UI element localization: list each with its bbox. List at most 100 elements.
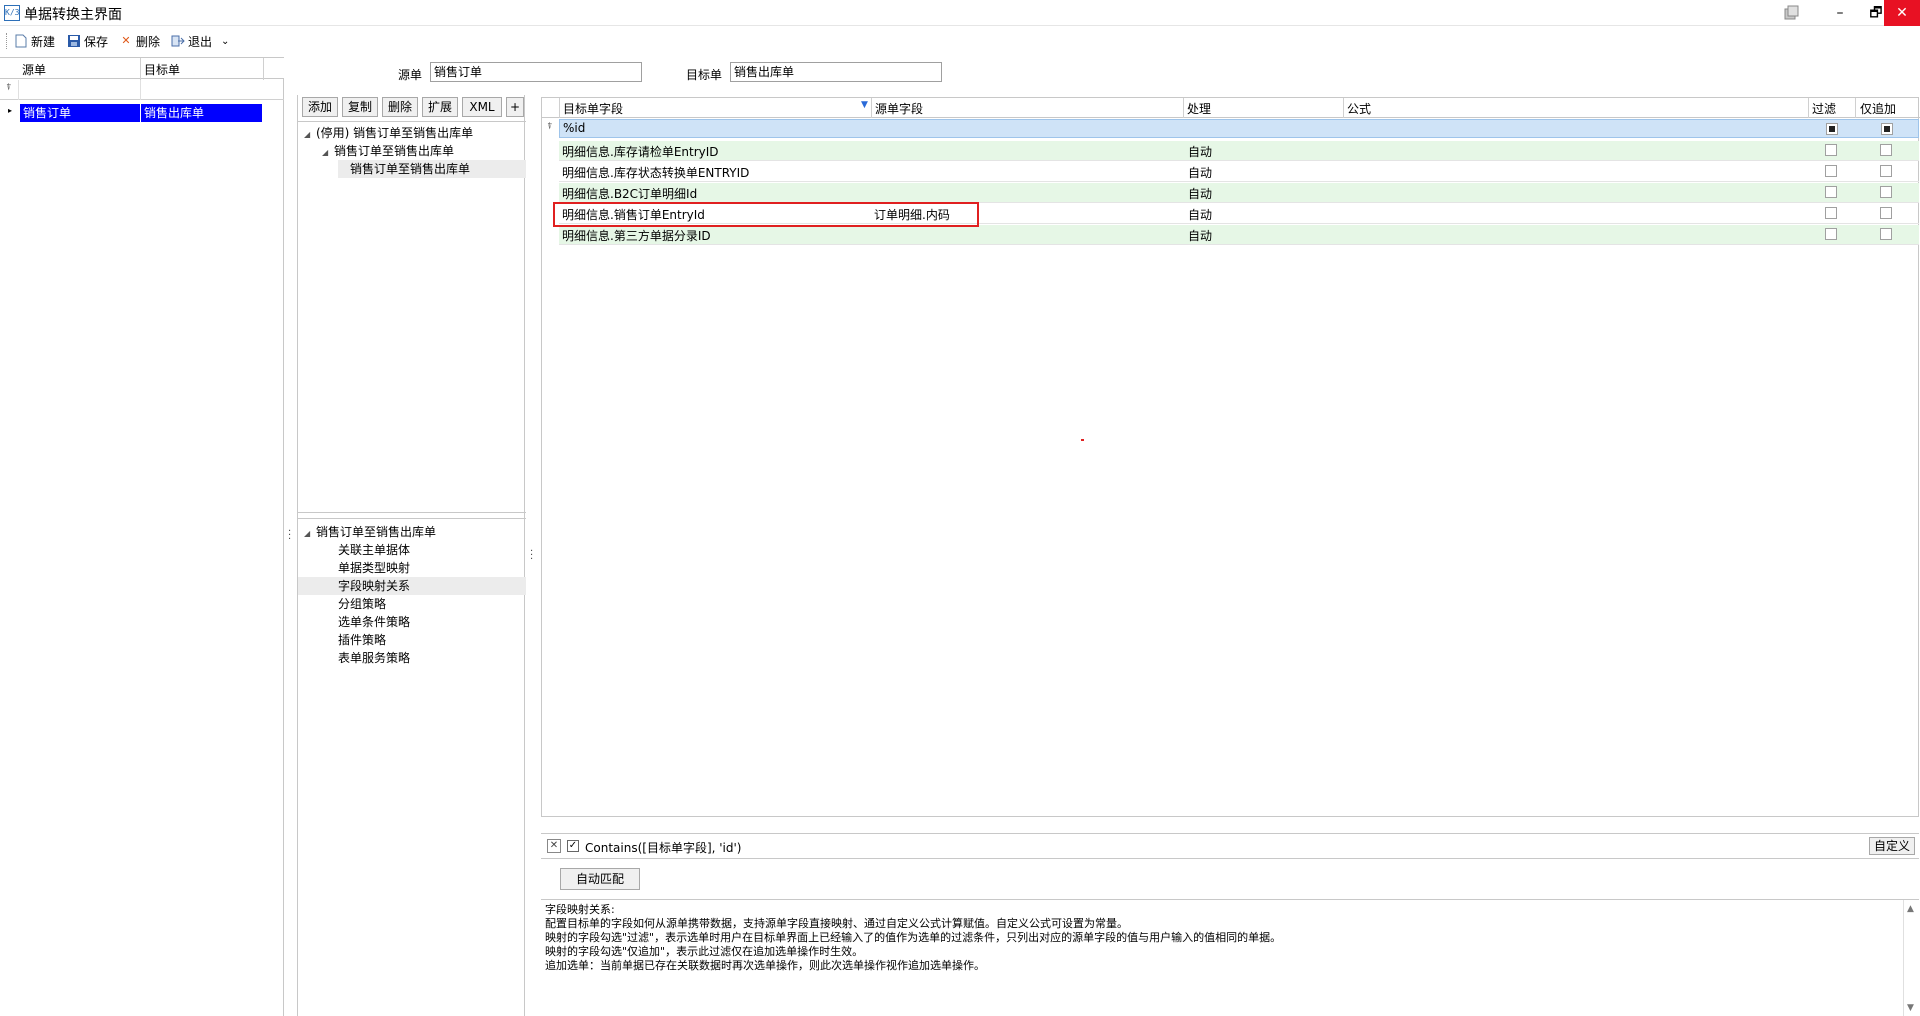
left-grid-header: 源单 目标单 — [0, 57, 284, 80]
strategy-item-form-service[interactable]: 表单服务策略 — [338, 649, 410, 667]
add-button[interactable]: 添加 — [302, 97, 338, 117]
target-field[interactable]: 销售出库单 — [730, 62, 942, 82]
process-cell[interactable]: 自动 — [1188, 164, 1212, 181]
target-field-cell[interactable]: 明细信息.库存状态转换单ENTRYID — [562, 164, 749, 181]
col-process-header[interactable]: 处理 — [1187, 100, 1211, 117]
filter-checkbox[interactable] — [1825, 165, 1837, 177]
description-line: 配置目标单的字段如何从源单携带数据，支持源单字段直接映射、通过自定义公式计算赋值… — [545, 917, 1128, 930]
exit-button[interactable]: 退出 ⌄ — [171, 32, 229, 50]
new-button[interactable]: 新建 — [14, 32, 55, 50]
window-switch-icon[interactable] — [1774, 0, 1810, 26]
filter-enabled-checkbox[interactable]: ✓ — [567, 840, 579, 852]
filter-checkbox[interactable] — [1825, 186, 1837, 198]
source-label: 源单 — [398, 68, 423, 82]
minimize-button[interactable]: – — [1822, 0, 1858, 26]
table-row[interactable]: ▸ 销售订单 销售出库单 — [0, 102, 284, 122]
tree-node[interactable]: ◢ (停用) 销售订单至销售出库单 — [304, 124, 473, 142]
row-target-cell[interactable]: 销售出库单 — [141, 104, 262, 122]
filter-funnel-icon[interactable]: ▼ — [861, 100, 868, 110]
col-append-header[interactable]: 仅追加 — [1860, 100, 1896, 117]
source-field[interactable]: 销售订单 — [430, 62, 642, 82]
strategy-item-plugin[interactable]: 插件策略 — [338, 631, 386, 649]
clear-filter-icon[interactable]: ✕ — [547, 839, 561, 853]
filter-row-highlight: %id — [559, 119, 1919, 138]
copy-button[interactable]: 复制 — [342, 97, 378, 117]
delete-strategy-button[interactable]: 删除 — [382, 97, 418, 117]
table-row[interactable]: 明细信息.B2C订单明细Id 自动 — [559, 183, 1919, 203]
tree-expand-icon[interactable]: ◢ — [304, 126, 316, 144]
col-formula-header[interactable]: 公式 — [1347, 100, 1371, 117]
rule-tree: ◢ (停用) 销售订单至销售出库单 ◢ 销售订单至销售出库单 销售订单至销售出库单 — [298, 121, 526, 513]
col-divider — [263, 58, 264, 80]
col-source-header[interactable]: 源单 — [22, 61, 46, 78]
table-row[interactable]: 明细信息.库存请检单EntryID 自动 — [559, 141, 1919, 161]
tree-node[interactable]: ◢ 销售订单至销售出库单 — [304, 523, 436, 541]
target-field-cell[interactable]: 明细信息.第三方单据分录ID — [562, 227, 711, 244]
strategy-item-select-condition[interactable]: 选单条件策略 — [338, 613, 410, 631]
auto-match-button[interactable]: 自动匹配 — [560, 868, 640, 890]
extend-button[interactable]: 扩展 — [422, 97, 458, 117]
append-checkbox[interactable] — [1880, 144, 1892, 156]
process-cell[interactable]: 自动 — [1188, 206, 1212, 223]
append-checkbox[interactable] — [1880, 186, 1892, 198]
filter-checkbox[interactable] — [1825, 207, 1837, 219]
col-divider — [1183, 98, 1184, 118]
append-checkbox[interactable] — [1880, 228, 1892, 240]
tree-node-selected[interactable]: 销售订单至销售出库单 — [338, 160, 526, 178]
col-divider — [871, 98, 872, 118]
close-button[interactable]: ✕ — [1884, 0, 1920, 26]
table-row[interactable]: 明细信息.库存状态转换单ENTRYID 自动 — [559, 162, 1919, 182]
target-field-cell[interactable]: 明细信息.B2C订单明细Id — [562, 185, 697, 202]
filter-checkbox-filter[interactable] — [1826, 123, 1838, 135]
description-scrollbar[interactable]: ▲ ▼ — [1903, 900, 1919, 1016]
custom-filter-button[interactable]: 自定义 — [1868, 837, 1915, 855]
delete-button[interactable]: ✕ 删除 — [119, 32, 160, 50]
splitter-handle-left[interactable]: · · · — [288, 527, 292, 545]
chevron-down-icon[interactable]: ⌄ — [221, 36, 229, 47]
left-grid-filter-row[interactable]: ⍒ — [0, 80, 284, 100]
strategy-item-group[interactable]: 分组策略 — [338, 595, 386, 613]
highlight-annotation-box — [553, 202, 979, 227]
append-checkbox[interactable] — [1880, 165, 1892, 177]
title-bar: K/3 单据转换主界面 – 🗗 ✕ — [0, 0, 1920, 26]
filter-expression-text[interactable]: Contains([目标单字段], 'id') — [585, 839, 741, 856]
filter-checkbox[interactable] — [1825, 144, 1837, 156]
strategy-panel: 添加 复制 删除 扩展 XML + ◢ (停用) 销售订单至销售出库单 ◢ 销售订单… — [297, 95, 526, 1016]
process-cell[interactable]: 自动 — [1188, 143, 1212, 160]
tree-node-label: 销售订单至销售出库单 — [316, 525, 437, 539]
tree-node[interactable]: ◢ 销售订单至销售出库单 — [322, 142, 454, 160]
process-cell[interactable]: 自动 — [1188, 185, 1212, 202]
col-divider — [140, 58, 141, 80]
app-logo-icon: K/3 — [4, 5, 20, 21]
save-button[interactable]: 保存 — [67, 32, 108, 50]
description-line: 映射的字段勾选"过滤"，表示选单时用户在目标单界面上已经输入了的值作为选单的过滤… — [545, 931, 1282, 944]
col-divider — [18, 80, 19, 100]
tree-expand-icon[interactable]: ◢ — [304, 525, 316, 543]
append-checkbox[interactable] — [1880, 207, 1892, 219]
col-source-field-header[interactable]: 源单字段 — [875, 100, 923, 117]
filter-funnel-icon: ⍒ — [6, 83, 12, 93]
process-cell[interactable]: 自动 — [1188, 227, 1212, 244]
plus-button[interactable]: + — [506, 97, 524, 117]
col-target-header[interactable]: 目标单 — [144, 61, 180, 78]
table-row[interactable]: 明细信息.第三方单据分录ID 自动 — [559, 225, 1919, 245]
xml-button[interactable]: XML — [462, 97, 502, 117]
row-source-cell[interactable]: 销售订单 — [20, 104, 140, 122]
target-field-cell[interactable]: 明细信息.库存请检单EntryID — [562, 143, 719, 160]
strategy-item-bill-type-map[interactable]: 单据类型映射 — [338, 559, 410, 577]
tree-node-label: 销售订单至销售出库单 — [350, 162, 471, 176]
description-title: 字段映射关系: — [545, 903, 615, 916]
splitter-handle-right[interactable]: · · · — [530, 547, 534, 565]
scroll-up-icon[interactable]: ▲ — [1907, 904, 1914, 914]
strategy-item-field-map[interactable]: 字段映射关系 — [298, 577, 526, 595]
scroll-down-icon[interactable]: ▼ — [1907, 1003, 1914, 1013]
filter-checkbox-append[interactable] — [1881, 123, 1893, 135]
field-grid-filter-row[interactable]: ⍒ %id — [542, 119, 1920, 138]
col-filter-header[interactable]: 过滤 — [1812, 100, 1836, 117]
filter-checkbox[interactable] — [1825, 228, 1837, 240]
col-target-field-header[interactable]: 目标单字段 — [563, 100, 623, 117]
filter-id-value[interactable]: %id — [563, 121, 585, 135]
tree-expand-icon[interactable]: ◢ — [322, 144, 334, 162]
strategy-item-main-entity[interactable]: 关联主单据体 — [338, 541, 410, 559]
description-line: 追加选单：当前单据已存在关联数据时再次选单操作，则此次选单操作视作追加选单操作。 — [545, 959, 985, 972]
